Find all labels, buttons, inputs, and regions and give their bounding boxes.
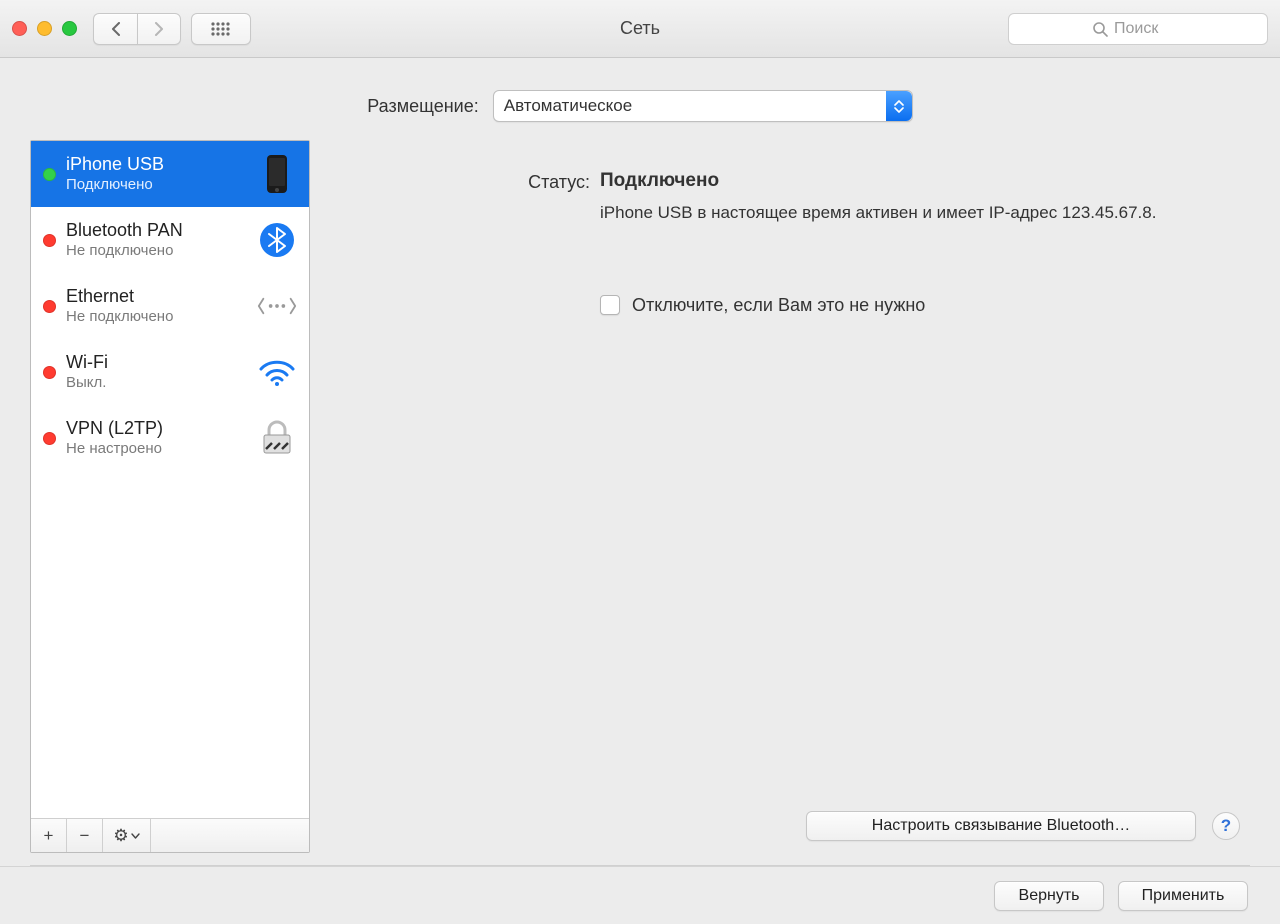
chevron-right-icon	[153, 22, 165, 36]
search-icon	[1092, 21, 1108, 37]
wifi-icon	[257, 352, 297, 392]
detail-footer: Настроить связывание Bluetooth… ?	[806, 811, 1240, 841]
status-indicator	[43, 300, 56, 313]
interface-name: iPhone USB	[66, 154, 247, 176]
chevron-down-icon	[131, 833, 140, 839]
close-window-button[interactable]	[12, 21, 27, 36]
configure-bluetooth-button[interactable]: Настроить связывание Bluetooth…	[806, 811, 1196, 841]
status-description: iPhone USB в настоящее время активен и и…	[600, 202, 1200, 225]
status-row: Статус: Подключено iPhone USB в настояще…	[350, 170, 1228, 225]
status-indicator	[43, 432, 56, 445]
toolbar-spacer	[151, 819, 309, 852]
bluetooth-icon	[257, 220, 297, 260]
disable-if-unneeded-checkbox[interactable]	[600, 295, 620, 315]
search-field[interactable]	[1008, 13, 1268, 45]
main-area: iPhone USB Подключено Bluetooth PAN Не п…	[0, 140, 1280, 865]
interface-name: VPN (L2TP)	[66, 418, 247, 440]
location-select[interactable]: Автоматическое	[493, 90, 913, 122]
back-button[interactable]	[93, 13, 137, 45]
select-stepper-icon	[886, 91, 912, 121]
status-indicator	[43, 168, 56, 181]
chevron-left-icon	[110, 22, 122, 36]
interface-status: Не настроено	[66, 440, 247, 458]
status-indicator	[43, 366, 56, 379]
sidebar-item-ethernet[interactable]: Ethernet Не подключено	[31, 273, 309, 339]
gear-icon: ⚙︎	[113, 826, 128, 846]
add-interface-button[interactable]: +	[31, 819, 67, 852]
sidebar-item-wifi[interactable]: Wi-Fi Выкл.	[31, 339, 309, 405]
remove-interface-button[interactable]: −	[67, 819, 103, 852]
interface-name: Ethernet	[66, 286, 247, 308]
location-row: Размещение: Автоматическое	[0, 58, 1280, 140]
sidebar-item-iphone-usb[interactable]: iPhone USB Подключено	[31, 141, 309, 207]
window-controls	[12, 21, 77, 36]
sidebar-item-vpn[interactable]: VPN (L2TP) Не настроено	[31, 405, 309, 471]
network-preferences-window: Сеть Размещение: Автоматическое	[0, 0, 1280, 924]
grid-icon	[210, 21, 232, 37]
interface-status: Выкл.	[66, 374, 247, 392]
status-value: Подключено	[600, 170, 1228, 192]
status-indicator	[43, 234, 56, 247]
interfaces-sidebar: iPhone USB Подключено Bluetooth PAN Не п…	[30, 140, 310, 853]
forward-button[interactable]	[137, 13, 181, 45]
interface-status: Подключено	[66, 176, 247, 194]
plus-icon: +	[44, 826, 54, 846]
interfaces-list: iPhone USB Подключено Bluetooth PAN Не п…	[31, 141, 309, 818]
location-label: Размещение:	[367, 96, 478, 117]
apply-button[interactable]: Применить	[1118, 881, 1248, 911]
sidebar-item-bluetooth-pan[interactable]: Bluetooth PAN Не подключено	[31, 207, 309, 273]
zoom-window-button[interactable]	[62, 21, 77, 36]
show-all-button[interactable]	[191, 13, 251, 45]
revert-button[interactable]: Вернуть	[994, 881, 1104, 911]
window-footer: Вернуть Применить	[0, 866, 1280, 924]
lock-icon	[257, 418, 297, 458]
minimize-window-button[interactable]	[37, 21, 52, 36]
actions-menu-button[interactable]: ⚙︎	[103, 819, 151, 852]
status-label: Статус:	[350, 170, 590, 225]
sidebar-toolbar: + − ⚙︎	[31, 818, 309, 852]
interface-status: Не подключено	[66, 308, 247, 326]
window-title: Сеть	[620, 18, 660, 39]
iphone-icon	[257, 154, 297, 194]
interface-detail: Статус: Подключено iPhone USB в настояще…	[328, 140, 1250, 853]
disable-if-unneeded-label: Отключите, если Вам это не нужно	[632, 295, 925, 316]
nav-group	[93, 13, 181, 45]
disable-if-unneeded-row: Отключите, если Вам это не нужно	[600, 295, 1228, 316]
interface-status: Не подключено	[66, 242, 247, 260]
interface-name: Wi-Fi	[66, 352, 247, 374]
location-value: Автоматическое	[504, 96, 632, 116]
search-input[interactable]	[1114, 20, 1184, 38]
minus-icon: −	[80, 826, 90, 846]
body: Размещение: Автоматическое iPhone USB По…	[0, 58, 1280, 924]
titlebar: Сеть	[0, 0, 1280, 58]
interface-name: Bluetooth PAN	[66, 220, 247, 242]
ethernet-icon	[257, 286, 297, 326]
help-button[interactable]: ?	[1212, 812, 1240, 840]
